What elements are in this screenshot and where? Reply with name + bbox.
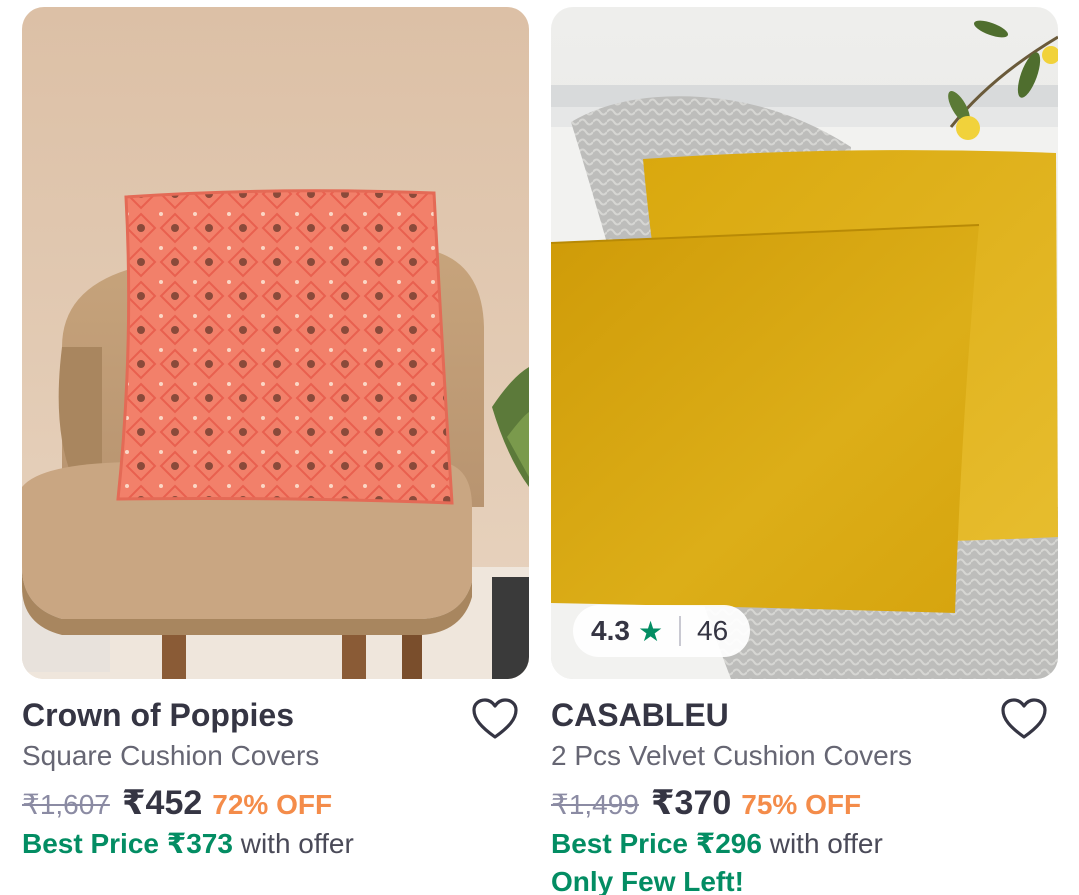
discount-label: 72% OFF — [212, 789, 333, 820]
product-title: 2 Pcs Velvet Cushion Covers — [551, 740, 913, 771]
price-row: ₹1,607 ₹452 72% OFF — [22, 783, 529, 823]
product-title: Square Cushion Covers — [22, 740, 320, 771]
rating-divider — [679, 616, 682, 646]
stock-note: Only Few Left! — [551, 866, 744, 895]
discount-label: 75% OFF — [741, 789, 862, 820]
selling-price: ₹370 — [650, 784, 732, 822]
rating-badge: 4.3 ★ 46 — [573, 605, 751, 657]
brand-name: Crown of Poppies — [22, 697, 294, 733]
cushion-on-chair-photo — [22, 7, 529, 679]
product-image[interactable] — [22, 7, 529, 679]
product-grid: Crown of Poppies Square Cushion Covers ₹… — [0, 0, 1079, 895]
heart-outline-icon[interactable] — [1000, 697, 1048, 741]
product-image[interactable]: 4.3 ★ 46 — [551, 7, 1058, 679]
rating-count: 46 — [697, 615, 729, 646]
product-card[interactable]: Crown of Poppies Square Cushion Covers ₹… — [22, 7, 529, 860]
price-row: ₹1,499 ₹370 75% OFF — [551, 783, 1058, 823]
best-price: Best Price ₹296 — [551, 828, 762, 859]
velvet-cushions-photo — [551, 7, 1058, 679]
best-price: Best Price ₹373 — [22, 828, 233, 859]
best-price-row: Best Price ₹373 with offer — [22, 827, 529, 860]
original-price: ₹1,607 — [22, 789, 110, 820]
star-icon: ★ — [637, 615, 664, 647]
product-info: CASABLEU 2 Pcs Velvet Cushion Covers ₹1,… — [551, 695, 1058, 895]
offer-text: with offer — [240, 828, 354, 859]
brand-name: CASABLEU — [551, 697, 729, 733]
offer-text: with offer — [769, 828, 883, 859]
product-card[interactable]: 4.3 ★ 46 CASABLEU 2 Pcs Velvet Cushion C… — [551, 7, 1058, 895]
original-price: ₹1,499 — [551, 789, 639, 820]
rating-value: 4.3 — [591, 615, 630, 646]
product-info: Crown of Poppies Square Cushion Covers ₹… — [22, 695, 529, 860]
selling-price: ₹452 — [121, 784, 203, 822]
heart-outline-icon[interactable] — [471, 697, 519, 741]
best-price-row: Best Price ₹296 with offer — [551, 827, 1058, 860]
